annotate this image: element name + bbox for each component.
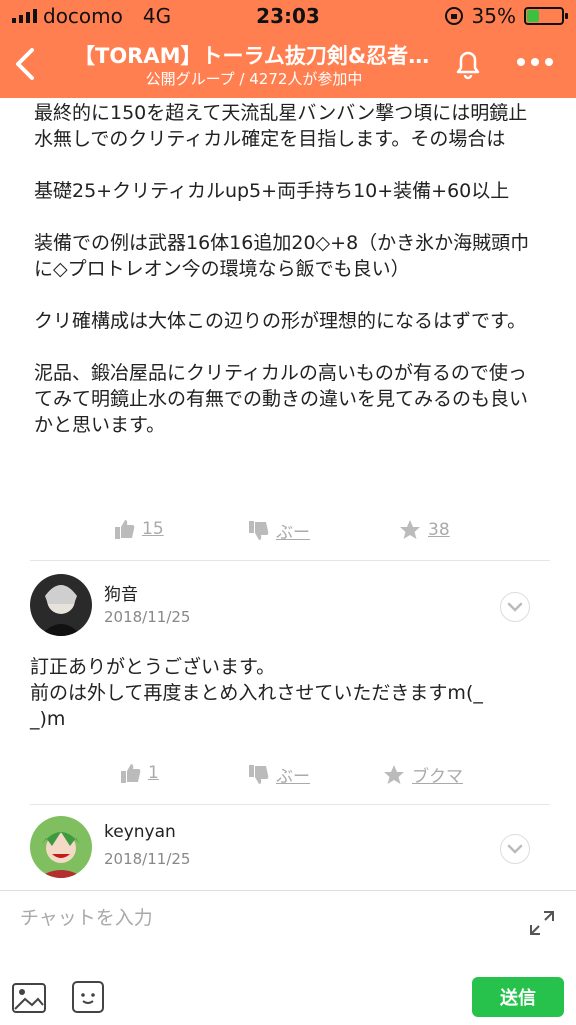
avatar[interactable] bbox=[30, 816, 92, 878]
bookmark-label: ブクマ bbox=[412, 767, 463, 787]
group-subtitle: 公開グループ / 4272人が参加中 bbox=[145, 70, 363, 88]
bell-icon[interactable] bbox=[448, 44, 488, 84]
thumbs-down-icon bbox=[249, 520, 269, 540]
more-menu-icon[interactable] bbox=[512, 50, 558, 74]
dislike-label: ぶー bbox=[276, 767, 310, 787]
comment-line: _)m bbox=[30, 708, 66, 730]
comment-text: 訂正ありがとうございます。 前のは外して再度まとめ入れさせていただきますm(_ … bbox=[30, 654, 540, 732]
post-paragraph: 装備での例は武器16体16追加20◇+8（かき氷か海賊頭巾に◇プロトレオン今の環… bbox=[34, 232, 530, 280]
post-actions: 15 ぶー 38 bbox=[0, 512, 576, 548]
comment-author: keynyan bbox=[104, 822, 176, 842]
send-button[interactable]: 送信 bbox=[472, 977, 564, 1017]
post-paragraph: 最終的に150を超えて天流乱星バンバン撃つ頃には明鏡止水無しでのクリティカル確定… bbox=[34, 102, 528, 150]
like-button[interactable]: 15 bbox=[114, 518, 164, 540]
emoji-icon[interactable] bbox=[70, 979, 106, 1015]
chevron-down-icon[interactable] bbox=[500, 592, 530, 622]
bookmark-button[interactable]: ブクマ bbox=[382, 762, 463, 787]
chat-input-bar: チャットを入力 送信 bbox=[0, 890, 576, 1025]
chat-input[interactable]: チャットを入力 bbox=[20, 903, 500, 930]
post-paragraph: 泥品、鍛冶屋品にクリティカルの高いものが有るので使ってみて明鏡止水の有無での動き… bbox=[34, 362, 529, 436]
like-count: 1 bbox=[148, 763, 159, 783]
battery-percent: 35% bbox=[471, 4, 516, 28]
divider bbox=[30, 804, 550, 805]
battery-icon bbox=[524, 7, 568, 25]
comment-header: 狗音 2018/11/25 bbox=[30, 574, 550, 638]
post-paragraph: クリ確構成は大体この辺りの形が理想的になるはずです。 bbox=[34, 310, 527, 332]
status-right: 35% bbox=[444, 4, 568, 28]
favorite-count: 38 bbox=[428, 520, 450, 540]
chat-content: 最終的に150を超えて天流乱星バンバン撃つ頃には明鏡止水無しでのクリティカル確定… bbox=[0, 98, 576, 890]
comment-actions: 1 ぶー ブクマ bbox=[0, 756, 576, 792]
expand-icon[interactable] bbox=[526, 907, 558, 939]
post-paragraph: 基礎25+クリティカルup5+両手持ち10+装備+60以上 bbox=[34, 180, 510, 202]
group-title: 【TORAM】トーラム抜刀剣&忍者グ… bbox=[74, 44, 434, 68]
status-bar: docomo 4G 23:03 35% bbox=[0, 0, 576, 30]
like-button[interactable]: 1 bbox=[120, 762, 159, 784]
dislike-button[interactable]: ぶー bbox=[248, 518, 310, 543]
divider bbox=[30, 560, 550, 561]
header-bar: docomo 4G 23:03 35% 【TORAM】トーラム抜刀剣&忍者グ… … bbox=[0, 0, 576, 98]
image-icon[interactable] bbox=[10, 979, 48, 1017]
back-icon[interactable] bbox=[6, 42, 46, 86]
comment-line: 前のは外して再度まとめ入れさせていただきますm(_ bbox=[30, 682, 483, 704]
comment-author: 狗音 bbox=[104, 585, 138, 605]
star-icon bbox=[400, 520, 420, 539]
comment-header: keynyan 2018/11/25 bbox=[30, 816, 550, 880]
comment-date: 2018/11/25 bbox=[104, 608, 191, 626]
thumbs-up-icon bbox=[121, 764, 141, 783]
thumbs-up-icon bbox=[115, 520, 135, 539]
dislike-button[interactable]: ぶー bbox=[248, 762, 310, 787]
chevron-down-icon[interactable] bbox=[500, 834, 530, 864]
orientation-lock-icon bbox=[444, 7, 463, 25]
comment-date: 2018/11/25 bbox=[104, 850, 191, 868]
thumbs-down-icon bbox=[249, 764, 269, 784]
favorite-button[interactable]: 38 bbox=[398, 518, 450, 542]
star-icon bbox=[384, 764, 404, 784]
dislike-label: ぶー bbox=[276, 523, 310, 543]
like-count: 15 bbox=[142, 519, 164, 539]
comment-line: 訂正ありがとうございます。 bbox=[30, 656, 276, 678]
post-body: 最終的に150を超えて天流乱星バンバン撃つ頃には明鏡止水無しでのクリティカル確定… bbox=[34, 100, 544, 464]
avatar[interactable] bbox=[30, 574, 92, 636]
